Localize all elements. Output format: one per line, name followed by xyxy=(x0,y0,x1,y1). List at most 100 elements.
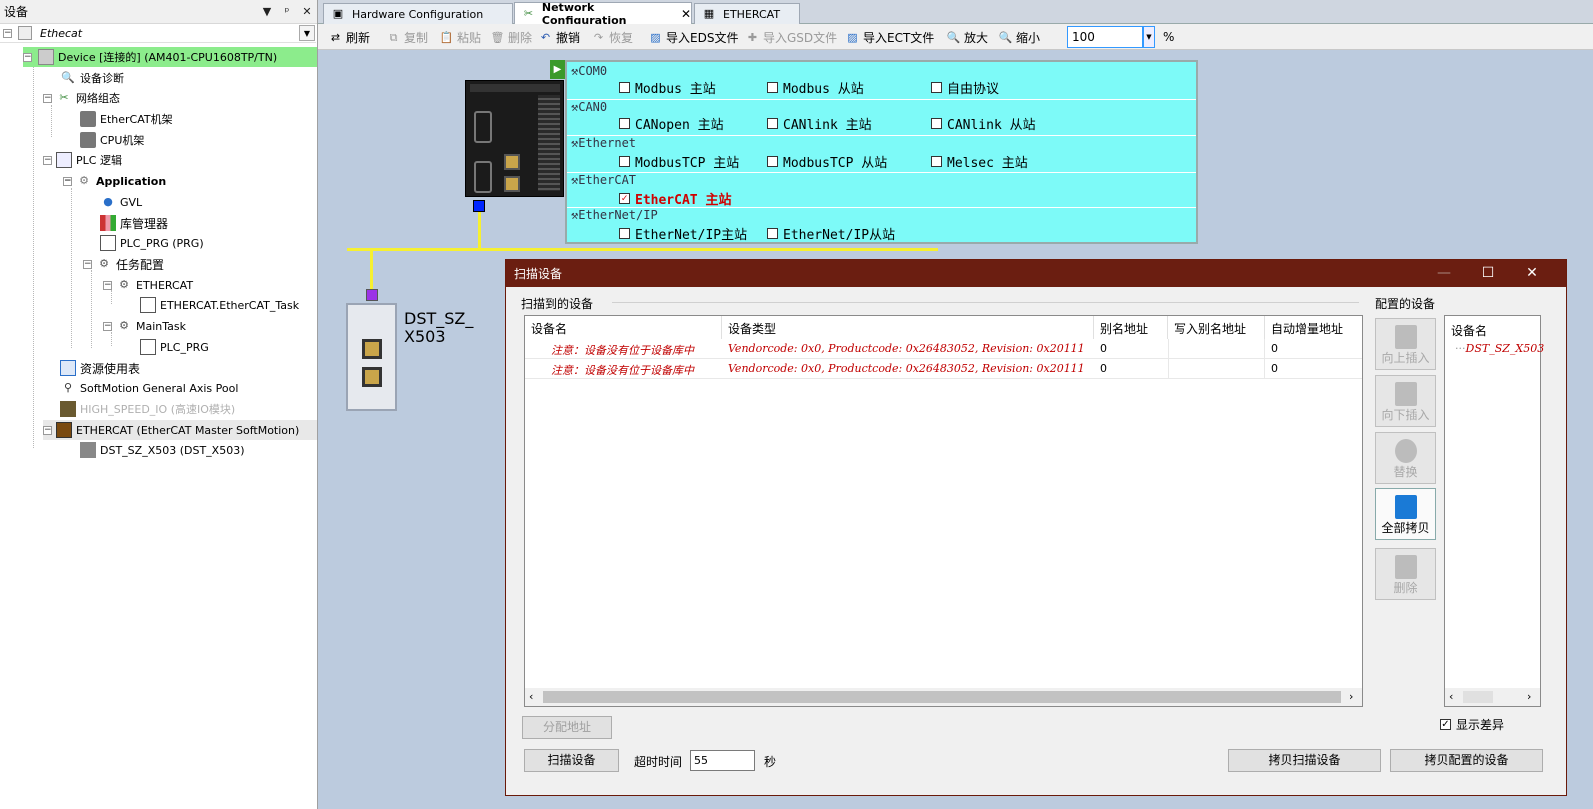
canopen-master-option[interactable]: CANopen 主站 xyxy=(619,114,724,133)
modbus-master-option[interactable]: Modbus 主站 xyxy=(619,78,716,97)
tree-item-dst-slave[interactable]: DST_SZ_X503 (DST_X503) xyxy=(80,440,245,460)
dropdown-icon[interactable]: ▼ xyxy=(257,5,277,18)
play-icon[interactable]: ▶ xyxy=(550,60,565,79)
tab-ethercat[interactable]: ▦ ETHERCAT xyxy=(694,3,800,24)
import-ect-button[interactable]: ▨ 导入ECT文件 xyxy=(845,28,934,46)
undo-button[interactable]: ↶ 撤销 xyxy=(538,28,580,46)
tree-item-plc-logic[interactable]: − PLC 逻辑 xyxy=(43,150,122,170)
tree-item-axis-pool[interactable]: ⚲ SoftMotion General Axis Pool xyxy=(60,378,238,398)
insert-up-button[interactable]: 向上插入 xyxy=(1375,318,1436,370)
tree-item-maintask[interactable]: − ⚙ MainTask xyxy=(103,316,186,336)
insert-down-button[interactable]: 向下插入 xyxy=(1375,375,1436,427)
slave-device-image[interactable] xyxy=(346,303,397,411)
paste-button[interactable]: 📋 粘贴 xyxy=(439,28,481,46)
tree-item-network-config[interactable]: − ✂ 网络组态 xyxy=(43,88,120,108)
checkbox[interactable] xyxy=(931,156,942,167)
checkbox[interactable] xyxy=(931,82,942,93)
collapse-toggle[interactable]: − xyxy=(103,280,112,290)
column-header[interactable]: 设备类型 xyxy=(722,316,1094,339)
collapse-toggle[interactable]: − xyxy=(3,29,12,38)
table-row[interactable]: 注意：设备没有位于设备库中 Vendorcode: 0x0, Productco… xyxy=(525,339,1362,359)
column-header[interactable]: 自动增量地址 xyxy=(1265,316,1362,339)
import-gsd-button[interactable]: ✚ 导入GSD文件 xyxy=(745,28,837,46)
free-protocol-option[interactable]: 自由协议 xyxy=(931,78,999,97)
checkbox[interactable] xyxy=(767,228,778,239)
plc-ethercat-connector[interactable] xyxy=(473,200,485,212)
column-header[interactable]: 设备名 xyxy=(1451,322,1487,339)
canlink-slave-option[interactable]: CANlink 从站 xyxy=(931,114,1036,133)
tree-item-plc-prg[interactable]: PLC_PRG (PRG) xyxy=(100,233,204,253)
ethernetip-slave-option[interactable]: EtherNet/IP从站 xyxy=(767,224,895,243)
table-row[interactable]: 注意：设备没有位于设备库中 Vendorcode: 0x0, Productco… xyxy=(525,359,1362,379)
copy-scanned-devices-button[interactable]: 拷贝扫描设备 xyxy=(1228,749,1381,772)
column-header[interactable]: 别名地址 xyxy=(1094,316,1168,339)
tab-network-configuration[interactable]: ✂ Network Configuration ✕ xyxy=(514,1,692,27)
copy-all-button[interactable]: 全部拷贝 xyxy=(1375,488,1436,540)
tree-item-library-manager[interactable]: 库管理器 xyxy=(100,213,168,233)
zoom-input[interactable]: 100 xyxy=(1067,26,1143,48)
checkbox[interactable] xyxy=(767,82,778,93)
ethercat-master-option[interactable]: ✓ EtherCAT 主站 xyxy=(619,189,731,208)
chevron-right-icon[interactable]: › xyxy=(1527,690,1531,703)
collapse-toggle[interactable]: − xyxy=(63,176,72,186)
horizontal-scrollbar[interactable]: ‹ › xyxy=(525,688,1362,706)
melsec-master-option[interactable]: Melsec 主站 xyxy=(931,152,1028,171)
timeout-input[interactable]: 55 xyxy=(690,750,755,771)
write-alias-cell[interactable] xyxy=(1168,339,1265,358)
chevron-left-icon[interactable]: ‹ xyxy=(1449,690,1453,703)
slave-connector[interactable] xyxy=(366,289,378,301)
tree-item-ethercat-master[interactable]: − ETHERCAT (EtherCAT Master SoftMotion) xyxy=(43,420,317,440)
tree-item-cpu-rack[interactable]: CPU机架 xyxy=(80,130,144,150)
close-icon[interactable]: ✕ xyxy=(297,5,317,18)
pin-icon[interactable]: ᵖ xyxy=(277,5,297,18)
scrollbar-thumb[interactable] xyxy=(1463,691,1493,703)
project-combo[interactable]: − Ethecat ▼ xyxy=(0,24,316,43)
tree-item-ethercat-task[interactable]: − ⚙ ETHERCAT xyxy=(103,275,193,295)
import-eds-button[interactable]: ▨ 导入EDS文件 xyxy=(648,28,738,46)
tree-item-high-speed-io[interactable]: HIGH_SPEED_IO (高速IO模块) xyxy=(60,399,235,419)
checkbox[interactable] xyxy=(619,156,630,167)
show-diff-checkbox[interactable]: ✓ 显示差异 xyxy=(1440,716,1504,733)
chevron-left-icon[interactable]: ‹ xyxy=(529,690,533,703)
copy-button[interactable]: ⧉ 复制 xyxy=(386,28,428,46)
tree-item-task-config[interactable]: − ⚙ 任务配置 xyxy=(83,254,164,274)
collapse-toggle[interactable]: − xyxy=(43,425,52,435)
close-icon[interactable]: ✕ xyxy=(1510,260,1554,287)
collapse-toggle[interactable]: − xyxy=(43,155,52,165)
tree-item-device[interactable]: − Device [连接的] (AM401-CPU1608TP/TN) xyxy=(23,47,317,67)
replace-button[interactable]: 替换 xyxy=(1375,432,1436,484)
refresh-button[interactable]: ⇄ 刷新 xyxy=(328,28,370,46)
tree-item-maintask-prog[interactable]: PLC_PRG xyxy=(140,337,209,357)
checkbox[interactable] xyxy=(767,156,778,167)
checkbox-checked[interactable]: ✓ xyxy=(619,193,630,204)
checkbox[interactable] xyxy=(619,82,630,93)
chevron-right-icon[interactable]: › xyxy=(1349,690,1353,703)
assign-address-button[interactable]: 分配地址 xyxy=(522,716,612,739)
tree-item-application[interactable]: − ⚙ Application xyxy=(63,171,166,191)
column-header[interactable]: 设备名 xyxy=(525,316,722,339)
scrollbar-thumb[interactable] xyxy=(543,691,1341,703)
modbustcp-master-option[interactable]: ModbusTCP 主站 xyxy=(619,152,739,171)
collapse-toggle[interactable]: − xyxy=(43,93,52,103)
horizontal-scrollbar[interactable]: ‹ › xyxy=(1445,688,1540,706)
delete-button[interactable]: 🗑 删除 xyxy=(490,28,533,46)
canlink-master-option[interactable]: CANlink 主站 xyxy=(767,114,872,133)
minimize-icon[interactable]: — xyxy=(1422,260,1466,287)
tree-item-resource-table[interactable]: 资源使用表 xyxy=(60,358,140,378)
tree-item-diagnose[interactable]: 🔍 设备诊断 xyxy=(60,68,124,88)
checkbox[interactable] xyxy=(619,118,630,129)
chevron-down-icon[interactable]: ▼ xyxy=(1143,26,1155,48)
column-header[interactable]: 写入别名地址 xyxy=(1168,316,1265,339)
zoom-out-button[interactable]: 🔍 缩小 xyxy=(998,28,1040,46)
tab-hardware-configuration[interactable]: ▣ Hardware Configuration xyxy=(323,3,513,24)
tree-item-ethercat-task-prog[interactable]: ETHERCAT.EtherCAT_Task xyxy=(140,295,299,315)
write-alias-cell[interactable] xyxy=(1168,359,1265,378)
checkbox-checked[interactable]: ✓ xyxy=(1440,719,1451,730)
chevron-down-icon[interactable]: ▼ xyxy=(299,25,315,41)
delete-configured-button[interactable]: 删除 xyxy=(1375,548,1436,600)
tree-item-gvl[interactable]: ● GVL xyxy=(100,192,142,212)
ethernetip-master-option[interactable]: EtherNet/IP主站 xyxy=(619,224,747,243)
checkbox[interactable] xyxy=(767,118,778,129)
maximize-icon[interactable]: ☐ xyxy=(1466,260,1510,287)
checkbox[interactable] xyxy=(619,228,630,239)
